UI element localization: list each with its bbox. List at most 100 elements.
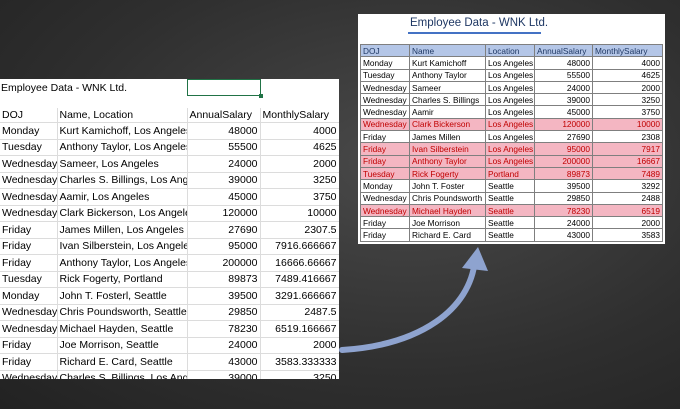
- left-table-cell[interactable]: Joe Morrison, Seattle: [57, 337, 188, 354]
- right-table-cell[interactable]: 55500: [534, 68, 593, 82]
- left-table-cell[interactable]: Aamir, Los Angeles: [57, 188, 188, 206]
- left-table-cell[interactable]: 55500: [187, 139, 261, 156]
- right-table-cell[interactable]: Rick Fogerty: [409, 166, 486, 181]
- left-table-cell[interactable]: 45000: [187, 188, 261, 206]
- right-table-cell[interactable]: 45000: [534, 105, 593, 119]
- right-table-cell[interactable]: 89873: [534, 166, 593, 181]
- left-table-cell[interactable]: 7916.666667: [260, 238, 339, 255]
- left-table-cell[interactable]: 10000: [260, 205, 339, 222]
- left-table-cell[interactable]: 2000: [260, 337, 339, 354]
- left-table-cell[interactable]: Charles S. Billings, Los Angele: [57, 370, 188, 379]
- right-table-cell[interactable]: Friday: [360, 228, 410, 242]
- left-table-cell[interactable]: Kurt Kamichoff, Los Angeles: [57, 122, 188, 140]
- right-table-cell[interactable]: 2000: [592, 80, 663, 95]
- left-table-cell[interactable]: James Millen, Los Angeles: [57, 221, 188, 239]
- right-table-cell[interactable]: Portland: [485, 166, 535, 181]
- right-table-cell[interactable]: 10000: [592, 117, 663, 132]
- left-table-cell[interactable]: 200000: [187, 254, 261, 272]
- right-table-cell[interactable]: Aamir: [409, 105, 486, 119]
- left-table-cell[interactable]: 3583.333333: [260, 353, 339, 371]
- right-table-cell[interactable]: Seattle: [485, 216, 535, 230]
- right-table-cell[interactable]: 39000: [534, 93, 593, 107]
- right-table-cell[interactable]: 120000: [534, 117, 593, 132]
- left-table-cell[interactable]: 4000: [260, 122, 339, 140]
- left-table-cell[interactable]: Tuesday: [0, 271, 58, 288]
- left-table-cell[interactable]: 39500: [187, 287, 261, 305]
- left-table-cell[interactable]: Chris Poundsworth, Seattle: [57, 304, 188, 321]
- left-table-cell[interactable]: Charles S. Billings, Los Angele: [57, 172, 188, 189]
- right-table-cell[interactable]: 24000: [534, 80, 593, 95]
- right-table-cell[interactable]: Los Angeles: [485, 68, 535, 82]
- right-table-cell[interactable]: 3292: [592, 179, 663, 193]
- left-table-cell[interactable]: Wednesday: [0, 155, 58, 173]
- right-header-cell[interactable]: DOJ: [360, 43, 410, 58]
- right-table-cell[interactable]: Seattle: [485, 191, 535, 205]
- right-table-cell[interactable]: Charles S. Billings: [409, 93, 486, 107]
- right-table-cell[interactable]: Wednesday: [360, 80, 410, 95]
- right-table-cell[interactable]: Los Angeles: [485, 105, 535, 119]
- left-table-cell[interactable]: Tuesday: [0, 139, 58, 156]
- right-table-cell[interactable]: Ivan Silberstein: [409, 142, 486, 156]
- left-table-cell[interactable]: Wednesday: [0, 370, 58, 379]
- right-table-cell[interactable]: Michael Hayden: [409, 203, 486, 218]
- left-table-cell[interactable]: 43000: [187, 353, 261, 371]
- left-table-cell[interactable]: 3250: [260, 370, 339, 379]
- left-table-cell[interactable]: 48000: [187, 122, 261, 140]
- left-table-cell[interactable]: 2307.5: [260, 221, 339, 239]
- left-table-cell[interactable]: 78230: [187, 320, 261, 338]
- right-table-cell[interactable]: 200000: [534, 154, 593, 168]
- left-table-cell[interactable]: Friday: [0, 353, 58, 371]
- right-table-cell[interactable]: 6519: [592, 203, 663, 218]
- left-table-cell[interactable]: 3750: [260, 188, 339, 206]
- right-table-cell[interactable]: 16667: [592, 154, 663, 168]
- right-table-cell[interactable]: Los Angeles: [485, 93, 535, 107]
- right-table-cell[interactable]: Los Angeles: [485, 117, 535, 132]
- left-table-cell[interactable]: Richard E. Card, Seattle: [57, 353, 188, 371]
- left-table-cell[interactable]: 16666.66667: [260, 254, 339, 272]
- right-table-cell[interactable]: James Millen: [409, 130, 486, 144]
- left-table-cell[interactable]: 2000: [260, 155, 339, 173]
- left-table-cell[interactable]: Friday: [0, 254, 58, 272]
- right-table-cell[interactable]: 2000: [592, 216, 663, 230]
- right-table-cell[interactable]: 29850: [534, 191, 593, 205]
- right-table-cell[interactable]: Anthony Taylor: [409, 154, 486, 168]
- left-table-cell[interactable]: 120000: [187, 205, 261, 222]
- right-table-cell[interactable]: 7917: [592, 142, 663, 156]
- left-table-cell[interactable]: Ivan Silberstein, Los Angeles: [57, 238, 188, 255]
- right-table-cell[interactable]: Friday: [360, 154, 410, 168]
- right-header-cell[interactable]: MonthlySalary: [592, 43, 663, 58]
- left-table-cell[interactable]: Clark Bickerson, Los Angeles: [57, 205, 188, 222]
- left-header-cell[interactable]: Name, Location: [57, 108, 188, 123]
- right-table-cell[interactable]: 39500: [534, 179, 593, 193]
- right-table-cell[interactable]: Monday: [360, 179, 410, 193]
- right-table-cell[interactable]: 78230: [534, 203, 593, 218]
- right-table-cell[interactable]: 3750: [592, 105, 663, 119]
- right-table-cell[interactable]: Seattle: [485, 228, 535, 242]
- left-table-cell[interactable]: 2487.5: [260, 304, 339, 321]
- left-table-cell[interactable]: Michael Hayden, Seattle: [57, 320, 188, 338]
- right-header-cell[interactable]: Name: [409, 43, 486, 58]
- left-table-cell[interactable]: Anthony Taylor, Los Angeles: [57, 254, 188, 272]
- left-table-cell[interactable]: 89873: [187, 271, 261, 288]
- left-table-cell[interactable]: 24000: [187, 155, 261, 173]
- right-table-cell[interactable]: 2488: [592, 191, 663, 205]
- left-table-cell[interactable]: Friday: [0, 238, 58, 255]
- right-table-cell[interactable]: 48000: [534, 56, 593, 70]
- right-table-cell[interactable]: 3250: [592, 93, 663, 107]
- right-table-cell[interactable]: Monday: [360, 56, 410, 70]
- right-table-cell[interactable]: Friday: [360, 130, 410, 144]
- left-header-cell[interactable]: MonthlySalary: [260, 108, 339, 123]
- right-table-cell[interactable]: Los Angeles: [485, 80, 535, 95]
- left-table-cell[interactable]: 29850: [187, 304, 261, 321]
- selected-cell[interactable]: [187, 79, 263, 98]
- right-header-cell[interactable]: AnnualSalary: [534, 43, 593, 58]
- right-table-cell[interactable]: Joe Morrison: [409, 216, 486, 230]
- left-table-cell[interactable]: 39000: [187, 172, 261, 189]
- right-table-cell[interactable]: 4000: [592, 56, 663, 70]
- right-table-cell[interactable]: Kurt Kamichoff: [409, 56, 486, 70]
- left-table-cell[interactable]: Wednesday: [0, 320, 58, 338]
- right-table-cell[interactable]: Los Angeles: [485, 154, 535, 168]
- right-table-cell[interactable]: Richard E. Card: [409, 228, 486, 242]
- right-table-cell[interactable]: Wednesday: [360, 117, 410, 132]
- right-table-cell[interactable]: Los Angeles: [485, 56, 535, 70]
